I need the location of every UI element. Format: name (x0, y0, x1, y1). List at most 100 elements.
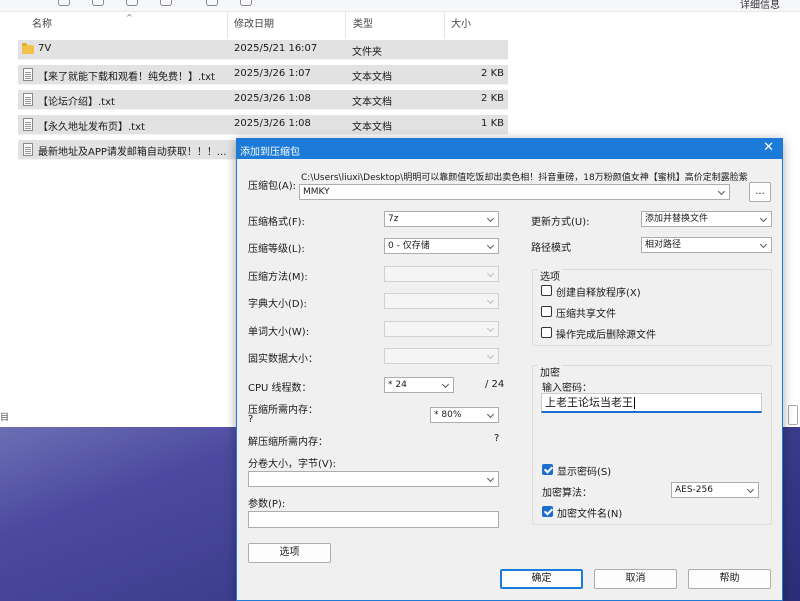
text-file-icon (23, 118, 33, 131)
encryption-group: 加密 输入密码： 显示密码(S) 加密算法： AES-256 加密文件名(N) (532, 364, 772, 525)
path-mode-label: 路径模式 (531, 243, 571, 254)
chevron-down-icon (487, 268, 495, 280)
folder-icon (22, 43, 34, 54)
dict-label: 字典大小(D): (248, 299, 307, 310)
toolbar-icon[interactable] (92, 0, 104, 6)
word-label: 单词大小(W): (248, 327, 310, 338)
add-to-archive-dialog: 添加到压缩包 ✕ 压缩包(A): C:\Users\liuxi\Desktop\… (236, 138, 783, 601)
memory-usage-select[interactable]: * 80% (430, 407, 499, 423)
archive-name-combo[interactable]: MMKY (299, 184, 730, 200)
chevron-down-icon (760, 239, 768, 251)
encryption-group-title: 加密 (538, 364, 562, 379)
path-mode-select[interactable]: 相对路径 (641, 237, 772, 253)
dialog-title-bar[interactable]: 添加到压缩包 ✕ (237, 139, 782, 159)
column-header-name[interactable]: 名称 (28, 12, 228, 38)
chevron-down-icon (487, 409, 495, 421)
word-select[interactable] (384, 321, 499, 337)
file-type: 文本文档 (352, 72, 392, 83)
file-name: 7V (38, 43, 52, 54)
level-select[interactable]: 0 - 仅存储 (384, 238, 499, 254)
help-button[interactable]: 帮助 (688, 569, 771, 589)
file-row[interactable]: 【永久地址发布页】.txt 2025/3/26 1:08 文本文档 1 KB (18, 115, 508, 135)
format-select[interactable]: 7z (384, 211, 499, 227)
file-date: 2025/5/21 16:07 (234, 43, 318, 54)
file-date: 2025/3/26 1:08 (234, 118, 311, 129)
update-mode-select[interactable]: 添加并替换文件 (641, 211, 772, 227)
sfx-checkbox[interactable] (541, 285, 552, 296)
path-mode-value: 相对路径 (645, 240, 682, 250)
delete-after-checkbox[interactable] (541, 327, 552, 338)
cancel-button[interactable]: 取消 (594, 569, 677, 589)
options-button[interactable]: 选项 (248, 543, 331, 563)
close-icon[interactable]: ✕ (763, 140, 774, 155)
file-name: 最新地址及APP请发邮箱自动获取！！！... (38, 147, 227, 158)
file-row[interactable]: 【来了就能下载和观看！纯免费！】.txt 2025/3/26 1:07 文本文档… (18, 65, 508, 85)
cpu-total: / 24 (485, 379, 505, 390)
dict-select[interactable] (384, 293, 499, 309)
chevron-down-icon (760, 213, 768, 225)
chevron-down-icon (487, 350, 495, 362)
decompress-mem-label: 解压缩所需内存： (248, 437, 328, 448)
options-group: 选项 创建自释放程序(X) 压缩共享文件 操作完成后删除源文件 (532, 268, 772, 346)
browse-button[interactable]: ... (749, 182, 771, 202)
password-label: 输入密码： (542, 383, 592, 394)
details-button[interactable]: 详细信息 (740, 0, 780, 11)
toolbar-icon[interactable] (240, 0, 252, 6)
file-size: 1 KB (481, 118, 504, 129)
cpu-threads-select[interactable]: * 24 (384, 377, 454, 393)
delete-after-label: 操作完成后删除源文件 (556, 330, 656, 341)
password-input[interactable]: 上老王论坛当老王 (541, 393, 762, 413)
chevron-down-icon (747, 484, 755, 496)
column-header-type[interactable]: 类型 (349, 12, 445, 38)
method-select[interactable] (384, 266, 499, 282)
text-file-icon (23, 93, 33, 106)
decompress-mem-hint: ? (494, 433, 500, 444)
toolbar-icon[interactable] (58, 0, 70, 6)
show-password-checkbox[interactable] (542, 464, 553, 475)
mem-hint: ? (248, 414, 254, 425)
column-header-date[interactable]: 修改日期 (230, 12, 346, 38)
toolbar-icon[interactable] (126, 0, 138, 6)
explorer-toolbar: 详细信息 (0, 0, 800, 12)
cpu-value: * 24 (388, 380, 407, 390)
chevron-down-icon (487, 240, 495, 252)
file-name: 【论坛介绍】.txt (38, 97, 115, 108)
solid-select[interactable] (384, 348, 499, 364)
dialog-title: 添加到压缩包 (240, 147, 300, 158)
file-name: 【来了就能下载和观看！纯免费！】.txt (38, 72, 215, 83)
encrypt-names-checkbox[interactable] (542, 506, 553, 517)
column-header-size[interactable]: 大小 (447, 12, 507, 38)
archive-label: 压缩包(A): (248, 181, 297, 192)
chevron-down-icon (487, 213, 495, 225)
solid-label: 固实数据大小： (248, 354, 318, 365)
encryption-method-label: 加密算法： (542, 488, 592, 499)
file-type: 文件夹 (352, 47, 382, 58)
shared-files-label: 压缩共享文件 (556, 309, 616, 320)
params-label: 参数(P): (248, 499, 286, 510)
scrollbar[interactable] (788, 405, 798, 425)
split-size-combo[interactable] (248, 471, 499, 487)
format-label: 压缩格式(F): (248, 217, 305, 228)
chevron-down-icon (487, 323, 495, 335)
shared-files-checkbox[interactable] (541, 306, 552, 317)
params-input[interactable] (248, 511, 499, 528)
ok-button[interactable]: 确定 (500, 569, 583, 589)
file-row[interactable]: 7V 2025/5/21 16:07 文件夹 (18, 40, 508, 60)
encrypt-names-label: 加密文件名(N) (557, 509, 623, 520)
level-label: 压缩等级(L): (248, 244, 305, 255)
toolbar-icon[interactable] (160, 0, 172, 6)
chevron-down-icon (718, 186, 726, 198)
encryption-method-select[interactable]: AES-256 (671, 482, 759, 498)
sfx-label: 创建自释放程序(X) (556, 288, 641, 299)
file-name: 【永久地址发布页】.txt (38, 122, 145, 133)
toolbar-icon[interactable] (206, 0, 218, 6)
show-password-label: 显示密码(S) (557, 467, 612, 478)
file-row[interactable]: 【论坛介绍】.txt 2025/3/26 1:08 文本文档 2 KB (18, 90, 508, 110)
archive-name-value: MMKY (303, 187, 330, 197)
password-value: 上老王论坛当老王 (545, 396, 633, 409)
file-size: 2 KB (481, 68, 504, 79)
file-date: 2025/3/26 1:08 (234, 93, 311, 104)
format-value: 7z (388, 214, 399, 224)
file-size: 2 KB (481, 93, 504, 104)
encryption-method-value: AES-256 (675, 485, 713, 495)
